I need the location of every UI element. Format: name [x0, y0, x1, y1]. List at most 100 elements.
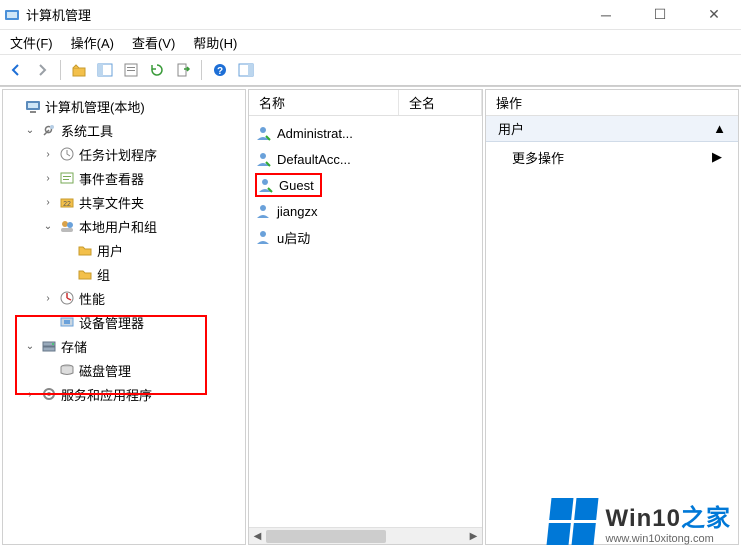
collapse-icon[interactable]: ⌄ — [41, 221, 55, 232]
export-button[interactable] — [171, 58, 195, 82]
tree-storage[interactable]: ⌄ 存储 — [7, 334, 245, 358]
device-icon — [59, 314, 75, 330]
tree-performance[interactable]: › 性能 — [7, 286, 245, 310]
forward-button[interactable] — [30, 58, 54, 82]
expand-icon[interactable]: › — [41, 293, 55, 304]
show-hide-tree-button[interactable] — [93, 58, 117, 82]
tree-system-tools[interactable]: ⌄ 系统工具 — [7, 118, 245, 142]
user-list: Administrat... DefaultAcc... Guest jiang… — [249, 116, 482, 254]
menu-action[interactable]: 操作(A) — [71, 33, 114, 52]
collapse-icon[interactable]: ⌄ — [23, 125, 37, 136]
collapse-icon[interactable]: ⌄ — [23, 341, 37, 352]
svg-text:?: ? — [217, 66, 223, 77]
watermark-url: www.win10xitong.com — [606, 533, 714, 545]
list-item-name: Administrat... — [277, 126, 353, 141]
actions-more-label: 更多操作 — [512, 148, 564, 167]
menu-file[interactable]: 文件(F) — [10, 33, 53, 52]
help-button[interactable]: ? — [208, 58, 232, 82]
tree-pane: ▶ 计算机管理(本地) ⌄ 系统工具 › 任务计划程序 › 事件查看器 › — [2, 89, 246, 545]
user-icon — [255, 203, 271, 219]
collapse-arrow-icon: ▲ — [713, 121, 726, 136]
tree-label: 存储 — [61, 337, 87, 356]
list-item-name: u启动 — [277, 228, 310, 247]
clock-icon — [59, 146, 75, 162]
tree-services-apps[interactable]: › 服务和应用程序 — [7, 382, 245, 406]
list-item[interactable]: u启动 — [249, 224, 482, 250]
tree-local-users-groups[interactable]: ⌄ 本地用户和组 — [7, 214, 245, 238]
user-icon — [255, 229, 271, 245]
list-item[interactable]: DefaultAcc... — [249, 146, 482, 172]
scroll-track[interactable] — [266, 528, 465, 545]
list-item-name: Guest — [279, 178, 314, 193]
watermark-brand-a: Win10 — [606, 505, 681, 532]
actions-more[interactable]: 更多操作 ▶ — [486, 142, 738, 172]
storage-icon — [41, 338, 57, 354]
tree-label: 性能 — [79, 289, 105, 308]
column-fullname[interactable]: 全名 — [399, 90, 482, 115]
tree-label: 事件查看器 — [79, 169, 144, 188]
tree-label: 共享文件夹 — [79, 193, 144, 212]
list-item[interactable]: Administrat... — [249, 120, 482, 146]
watermark-brand-b: 之家 — [681, 505, 731, 532]
column-name[interactable]: 名称 — [249, 90, 399, 115]
list-item-name: DefaultAcc... — [277, 152, 351, 167]
expand-icon[interactable]: › — [41, 173, 55, 184]
toolbar-separator — [201, 60, 202, 80]
tree-root[interactable]: ▶ 计算机管理(本地) — [7, 94, 245, 118]
tools-icon — [41, 122, 57, 138]
tree-disk-management[interactable]: › 磁盘管理 — [7, 358, 245, 382]
tree-task-scheduler[interactable]: › 任务计划程序 — [7, 142, 245, 166]
services-icon — [41, 386, 57, 402]
chevron-right-icon: ▶ — [712, 149, 722, 165]
svg-text:22: 22 — [63, 201, 71, 208]
tree-groups[interactable]: › 组 — [7, 262, 245, 286]
tree-shared-folders[interactable]: › 22 共享文件夹 — [7, 190, 245, 214]
tree-event-viewer[interactable]: › 事件查看器 — [7, 166, 245, 190]
tree-device-manager[interactable]: › 设备管理器 — [7, 310, 245, 334]
close-button[interactable]: ✕ — [691, 1, 737, 29]
scroll-thumb[interactable] — [266, 530, 386, 543]
window-title: 计算机管理 — [26, 5, 583, 24]
up-button[interactable] — [67, 58, 91, 82]
actions-section-header[interactable]: 用户 ▲ — [486, 116, 738, 142]
list-item[interactable]: Guest — [249, 172, 482, 198]
horizontal-scrollbar[interactable]: ◀ ▶ — [249, 527, 482, 544]
expand-icon[interactable]: › — [41, 197, 55, 208]
app-icon — [4, 7, 20, 23]
tree-label: 任务计划程序 — [79, 145, 157, 164]
scroll-right-button[interactable]: ▶ — [465, 528, 482, 545]
back-button[interactable] — [4, 58, 28, 82]
folder-icon — [77, 266, 93, 282]
expand-icon[interactable]: › — [41, 149, 55, 160]
column-label: 全名 — [409, 93, 435, 112]
windows-logo-icon — [546, 498, 598, 545]
tree-label: 系统工具 — [61, 121, 113, 140]
user-icon — [257, 177, 273, 193]
folder-icon — [77, 242, 93, 258]
menu-help[interactable]: 帮助(H) — [193, 33, 237, 52]
user-icon — [255, 151, 271, 167]
properties-button[interactable] — [119, 58, 143, 82]
title-bar: 计算机管理 ─ ☐ ✕ — [0, 0, 741, 30]
actions-pane: 操作 用户 ▲ 更多操作 ▶ — [485, 89, 739, 545]
computer-icon — [25, 98, 41, 114]
toolbar-separator — [60, 60, 61, 80]
action-pane-button[interactable] — [234, 58, 258, 82]
maximize-button[interactable]: ☐ — [637, 1, 683, 29]
tree-label: 用户 — [97, 241, 123, 260]
refresh-button[interactable] — [145, 58, 169, 82]
user-icon — [255, 125, 271, 141]
menu-view[interactable]: 查看(V) — [132, 33, 175, 52]
list-item[interactable]: jiangzx — [249, 198, 482, 224]
actions-pane-header: 操作 — [486, 90, 738, 116]
toolbar: ? — [0, 54, 741, 86]
list-column-header: 名称 全名 — [249, 90, 482, 116]
users-groups-icon — [59, 218, 75, 234]
tree-users[interactable]: › 用户 — [7, 238, 245, 262]
minimize-button[interactable]: ─ — [583, 1, 629, 29]
main-area: ▶ 计算机管理(本地) ⌄ 系统工具 › 任务计划程序 › 事件查看器 › — [0, 86, 741, 547]
navigation-tree: ▶ 计算机管理(本地) ⌄ 系统工具 › 任务计划程序 › 事件查看器 › — [3, 90, 245, 410]
list-pane: 名称 全名 Administrat... DefaultAcc... Guest… — [248, 89, 483, 545]
scroll-left-button[interactable]: ◀ — [249, 528, 266, 545]
expand-icon[interactable]: › — [23, 389, 37, 400]
